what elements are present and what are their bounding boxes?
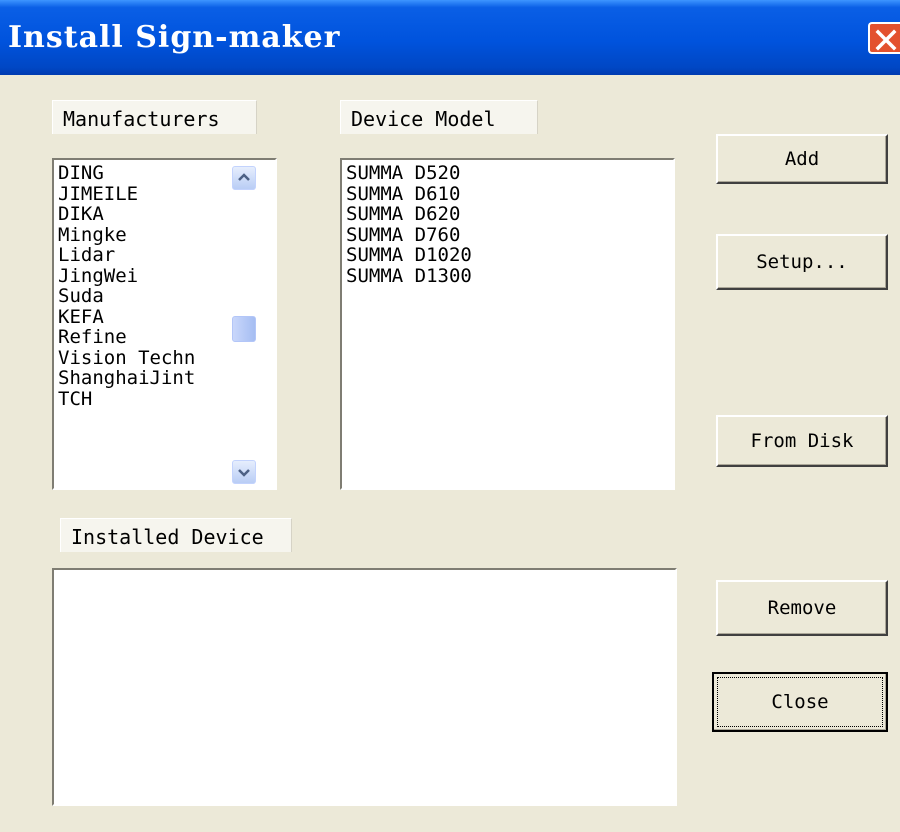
add-button-label: Add — [784, 148, 820, 170]
scroll-up-button[interactable] — [232, 166, 256, 190]
close-button[interactable]: Close — [712, 672, 888, 732]
device-model-list-item[interactable]: SUMMA D1300 — [342, 265, 662, 287]
window-close-button[interactable] — [868, 22, 900, 54]
manufacturers-label: Manufacturers — [52, 100, 257, 134]
device-model-list[interactable]: SUMMA D520 SUMMA D610 SUMMA D620 SUMMA D760… — [340, 158, 675, 490]
manufacturer-list-item[interactable]: JIMEILE — [54, 183, 234, 205]
device-model-list-item[interactable]: SUMMA D610 — [342, 183, 662, 205]
remove-button[interactable]: Remove — [716, 580, 888, 636]
chevron-down-icon — [238, 469, 250, 477]
manufacturer-list-item[interactable]: Refine — [54, 327, 234, 348]
add-button[interactable]: Add — [716, 134, 888, 184]
manufacturer-list-item[interactable]: DING — [54, 163, 234, 184]
close-icon — [875, 29, 897, 51]
manufacturer-list-item[interactable]: Suda — [54, 286, 234, 307]
setup-button-label: Setup... — [756, 251, 848, 273]
manufacturers-list[interactable]: DING JIMEILE DIKA Mingke Lidar JingWei Suda KEF… — [52, 158, 277, 490]
scrollbar-thumb[interactable] — [232, 316, 256, 342]
close-button-label: Close — [771, 691, 829, 713]
setup-button[interactable]: Setup... — [716, 234, 888, 290]
installed-device-list[interactable] — [52, 568, 677, 806]
chevron-up-icon — [238, 173, 250, 181]
remove-button-label: Remove — [767, 597, 837, 619]
manufacturer-list-item[interactable]: ShanghaiJint — [54, 368, 234, 389]
manufacturer-list-item[interactable]: KEFA — [54, 306, 234, 328]
manufacturers-label-text: Manufacturers — [63, 107, 220, 131]
manufacturer-list-item[interactable]: JingWei — [54, 265, 234, 287]
window-title: Install Sign-maker — [8, 20, 341, 55]
manufacturer-list-item[interactable]: Mingke — [54, 224, 234, 246]
scroll-down-button[interactable] — [232, 460, 256, 484]
device-model-list-item[interactable]: SUMMA D1020 — [342, 245, 662, 266]
device-model-list-item[interactable]: SUMMA D760 — [342, 224, 662, 246]
device-model-list-item[interactable]: SUMMA D620 — [342, 204, 662, 225]
manufacturer-list-item[interactable]: Lidar — [54, 245, 234, 266]
title-bar[interactable]: Install Sign-maker — [0, 0, 900, 75]
device-model-label-text: Device Model — [351, 107, 496, 131]
device-model-label: Device Model — [340, 100, 538, 134]
installed-device-label: Installed Device — [60, 518, 292, 552]
installed-device-label-text: Installed Device — [71, 525, 264, 549]
device-model-list-item[interactable]: SUMMA D520 — [342, 163, 662, 184]
install-sign-maker-dialog: Install Sign-maker Manufacturers DING JIM… — [0, 0, 900, 832]
manufacturer-list-item[interactable]: Vision Techn — [54, 347, 234, 369]
from-disk-button-label: From Disk — [750, 430, 854, 452]
from-disk-button[interactable]: From Disk — [716, 415, 888, 467]
manufacturer-list-item[interactable]: DIKA — [54, 204, 234, 225]
manufacturer-list-item[interactable]: TCH — [54, 388, 234, 410]
manufacturers-scrollbar[interactable] — [230, 160, 275, 488]
